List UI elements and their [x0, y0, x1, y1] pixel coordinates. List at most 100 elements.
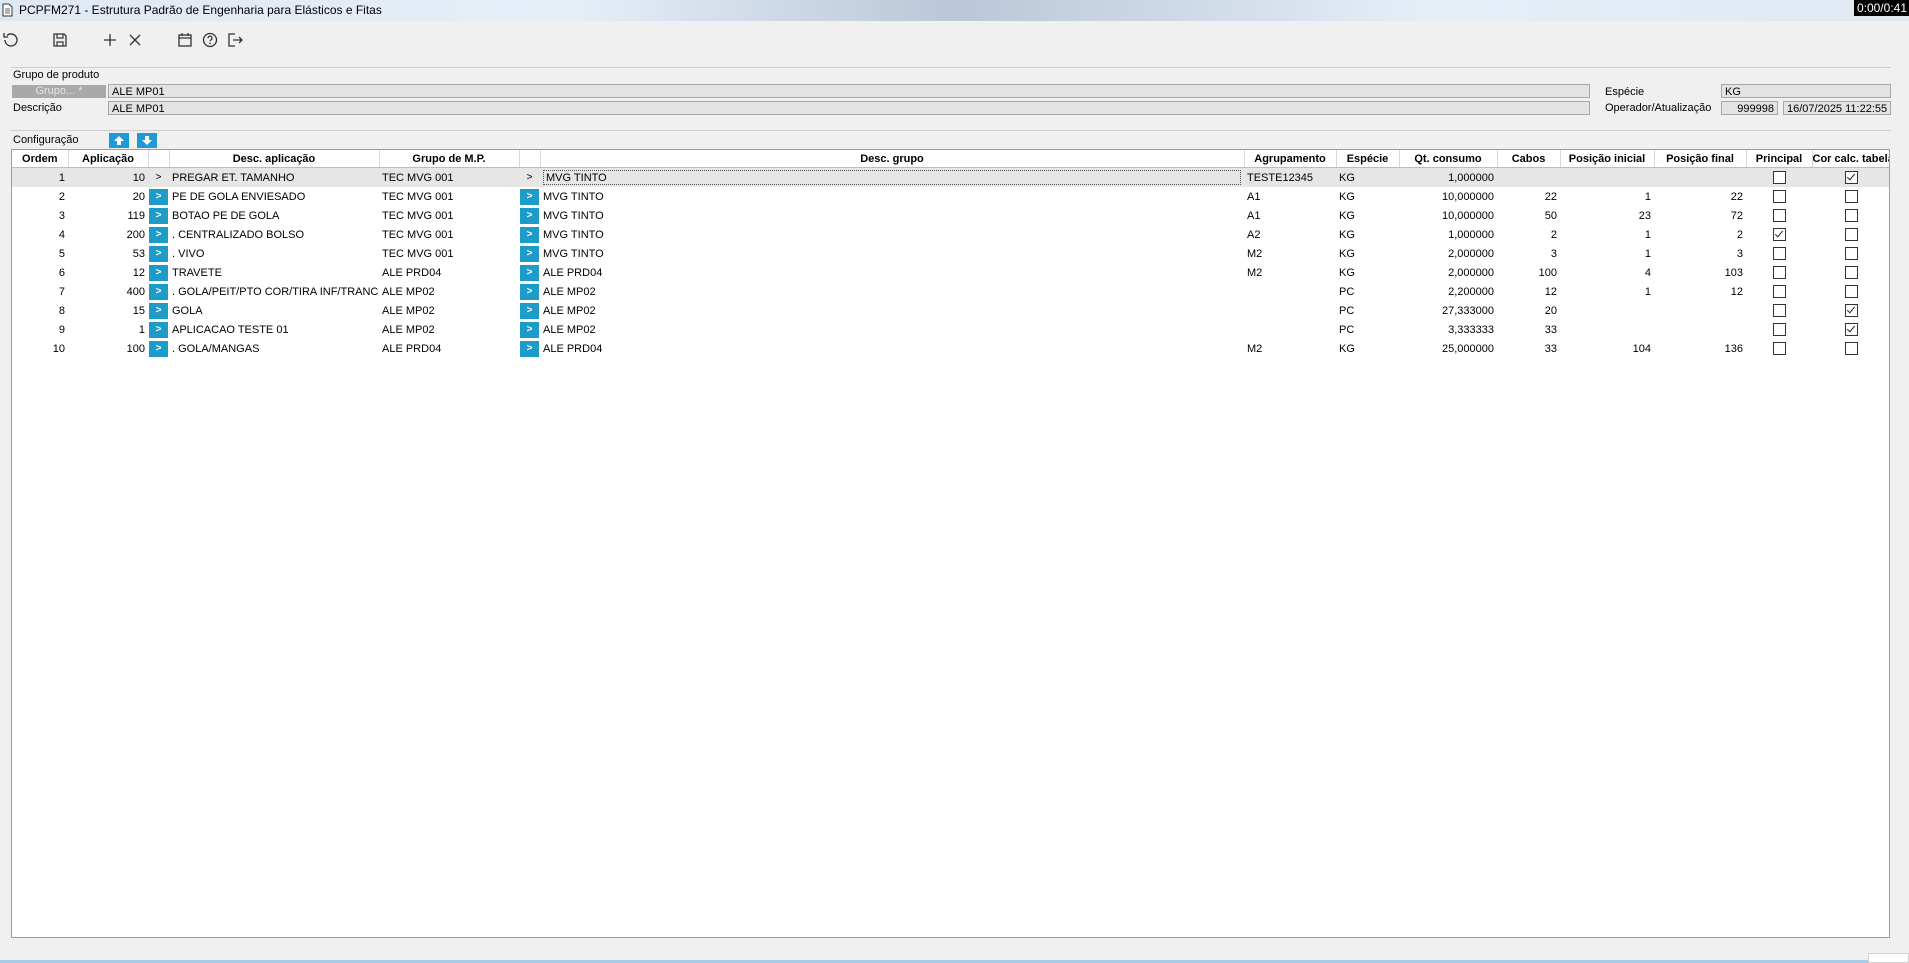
aplicacao-lookup-button[interactable]: > — [149, 207, 168, 224]
grupo-mp-cell[interactable]: ALE MP02 — [379, 301, 519, 320]
desc-grupo-cell[interactable]: ALE PRD04 — [540, 339, 1244, 358]
grupo-lookup-button[interactable]: > — [520, 226, 539, 243]
cabos-cell[interactable]: 22 — [1497, 187, 1560, 206]
table-row[interactable]: 4 200 >. CENTRALIZADO BOLSO TEC MVG 001 > MVG… — [12, 225, 1889, 244]
desc-grupo-cell[interactable]: ALE MP02 — [540, 282, 1244, 301]
desc-grupo-cell[interactable]: MVG TINTO — [540, 167, 1244, 187]
agrupamento-cell[interactable]: A1 — [1244, 187, 1336, 206]
grupo-mp-cell[interactable]: TEC MVG 001 — [379, 206, 519, 225]
table-row[interactable]: 9 1 > APLICACAO TESTE 01 ALE MP02 > ALE MP02 PC… — [12, 320, 1889, 339]
aplicacao-lookup-button[interactable]: > — [149, 226, 168, 243]
aplicacao-lookup-button[interactable]: > — [149, 302, 168, 319]
header-col-agrupamento[interactable]: Agrupamento — [1244, 150, 1337, 168]
header-col-posicao-final[interactable]: Posição final — [1654, 150, 1747, 168]
posicao-final-cell[interactable]: 103 — [1654, 263, 1746, 282]
posicao-inicial-cell[interactable]: 23 — [1560, 206, 1654, 225]
grupo-lookup-button[interactable]: > — [520, 188, 539, 205]
header-col-principal[interactable]: Principal — [1746, 150, 1813, 168]
agrupamento-cell[interactable]: M2 — [1244, 244, 1336, 263]
aplicacao-lookup-button[interactable]: > — [149, 170, 168, 186]
cabos-cell[interactable]: 100 — [1497, 263, 1560, 282]
qt-consumo-cell[interactable]: 27,333000 — [1399, 301, 1497, 320]
agrupamento-cell[interactable]: A2 — [1244, 225, 1336, 244]
ordem-cell[interactable]: 10 — [12, 339, 68, 358]
especie-cell[interactable]: KG — [1336, 225, 1399, 244]
agrupamento-cell[interactable] — [1244, 301, 1336, 320]
grupo-lookup-button[interactable]: > — [520, 283, 539, 300]
especie-cell[interactable]: KG — [1336, 187, 1399, 206]
desc-aplicacao-cell[interactable]: GOLA — [169, 301, 379, 320]
help-button[interactable] — [199, 29, 221, 51]
posicao-final-cell[interactable] — [1654, 167, 1746, 187]
posicao-final-cell[interactable]: 2 — [1654, 225, 1746, 244]
aplicacao-cell[interactable]: 20 — [68, 187, 148, 206]
operador-field[interactable]: 999998 — [1721, 101, 1778, 115]
especie-cell[interactable]: PC — [1336, 320, 1399, 339]
posicao-final-cell[interactable] — [1654, 320, 1746, 339]
table-row[interactable]: 7 400 >. GOLA/PEIT/PTO COR/TIRA INF/TRANC … — [12, 282, 1889, 301]
aplicacao-cell[interactable]: 15 — [68, 301, 148, 320]
header-col-ordem[interactable]: Ordem — [12, 150, 69, 168]
cor-calc-checkbox[interactable] — [1844, 190, 1858, 203]
grupo-mp-cell[interactable]: TEC MVG 001 — [379, 167, 519, 187]
posicao-final-cell[interactable] — [1654, 301, 1746, 320]
grupo-mp-cell[interactable]: ALE PRD04 — [379, 263, 519, 282]
aplicacao-lookup-button[interactable]: > — [149, 283, 168, 300]
desc-grupo-cell[interactable]: MVG TINTO — [540, 206, 1244, 225]
posicao-final-cell[interactable]: 12 — [1654, 282, 1746, 301]
grupo-mp-cell[interactable]: ALE MP02 — [379, 282, 519, 301]
qt-consumo-cell[interactable]: 2,000000 — [1399, 263, 1497, 282]
posicao-final-cell[interactable]: 22 — [1654, 187, 1746, 206]
qt-consumo-cell[interactable]: 10,000000 — [1399, 187, 1497, 206]
header-col-btn-aplicacao[interactable] — [148, 150, 170, 168]
posicao-inicial-cell[interactable]: 104 — [1560, 339, 1654, 358]
refresh-button[interactable] — [0, 29, 22, 51]
ordem-cell[interactable]: 5 — [12, 244, 68, 263]
grupo-mp-cell[interactable]: ALE MP02 — [379, 320, 519, 339]
aplicacao-lookup-button[interactable]: > — [149, 264, 168, 281]
cor-calc-checkbox[interactable] — [1844, 323, 1858, 336]
principal-checkbox[interactable] — [1772, 323, 1786, 336]
cabos-cell[interactable]: 2 — [1497, 225, 1560, 244]
especie-cell[interactable]: PC — [1336, 301, 1399, 320]
header-col-desc-grupo[interactable]: Desc. grupo — [540, 150, 1245, 168]
grupo-lookup-button[interactable]: > — [520, 170, 539, 186]
aplicacao-cell[interactable]: 100 — [68, 339, 148, 358]
cor-calc-checkbox[interactable] — [1844, 342, 1858, 355]
grupo-lookup-button[interactable]: > — [520, 321, 539, 338]
posicao-final-cell[interactable]: 136 — [1654, 339, 1746, 358]
ordem-cell[interactable]: 6 — [12, 263, 68, 282]
aplicacao-cell[interactable]: 53 — [68, 244, 148, 263]
cor-calc-checkbox[interactable] — [1844, 171, 1858, 184]
header-col-qt-consumo[interactable]: Qt. consumo — [1399, 150, 1498, 168]
cabos-cell[interactable]: 12 — [1497, 282, 1560, 301]
grupo-mp-cell[interactable]: TEC MVG 001 — [379, 225, 519, 244]
desc-aplicacao-cell[interactable]: PE DE GOLA ENVIESADO — [169, 187, 379, 206]
atualizacao-field[interactable]: 16/07/2025 11:22:55 — [1783, 101, 1891, 115]
especie-cell[interactable]: PC — [1336, 282, 1399, 301]
cabos-cell[interactable]: 33 — [1497, 320, 1560, 339]
ordem-cell[interactable]: 8 — [12, 301, 68, 320]
header-col-cabos[interactable]: Cabos — [1497, 150, 1561, 168]
header-col-especie[interactable]: Espécie — [1336, 150, 1400, 168]
desc-aplicacao-cell[interactable]: BOTAO PE DE GOLA — [169, 206, 379, 225]
grupo-lookup-button[interactable]: Grupo... * — [12, 85, 106, 98]
agrupamento-cell[interactable]: M2 — [1244, 263, 1336, 282]
principal-checkbox[interactable] — [1772, 342, 1786, 355]
grupo-mp-cell[interactable]: TEC MVG 001 — [379, 187, 519, 206]
principal-checkbox[interactable] — [1772, 171, 1786, 184]
cabos-cell[interactable]: 50 — [1497, 206, 1560, 225]
grupo-lookup-button[interactable]: > — [520, 245, 539, 262]
save-button[interactable] — [49, 29, 71, 51]
desc-grupo-cell[interactable]: ALE MP02 — [540, 320, 1244, 339]
agrupamento-cell[interactable]: M2 — [1244, 339, 1336, 358]
posicao-inicial-cell[interactable]: 4 — [1560, 263, 1654, 282]
header-col-btn-grupo[interactable] — [519, 150, 541, 168]
ordem-cell[interactable]: 2 — [12, 187, 68, 206]
calendar-button[interactable] — [174, 29, 196, 51]
aplicacao-cell[interactable]: 1 — [68, 320, 148, 339]
principal-checkbox[interactable] — [1772, 266, 1786, 279]
cor-calc-checkbox[interactable] — [1844, 285, 1858, 298]
especie-cell[interactable]: KG — [1336, 244, 1399, 263]
aplicacao-lookup-button[interactable]: > — [149, 340, 168, 357]
